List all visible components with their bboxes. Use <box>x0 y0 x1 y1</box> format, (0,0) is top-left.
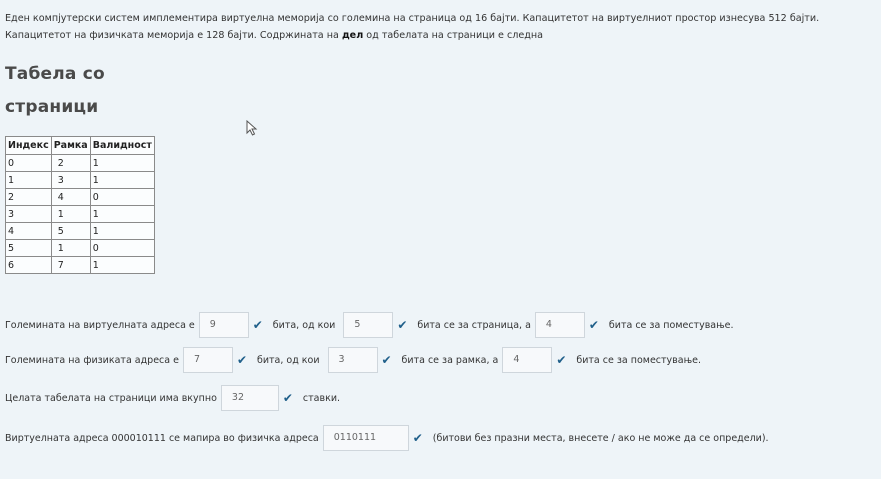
question-virtual-address: Големината на виртуелната адреса е 9 ✔ б… <box>5 311 734 339</box>
cell-frame: 2 <box>50 154 91 172</box>
check-icon: ✔ <box>556 353 567 367</box>
cell-frame: 5 <box>50 222 91 240</box>
table-heading-line-1: Табела со <box>5 64 105 84</box>
q2-text-2: бита, од кои <box>256 354 320 366</box>
mouse-pointer-icon <box>246 120 258 136</box>
question-physical-address: Големината на физиката адреса е 7 ✔ бита… <box>5 346 701 374</box>
cell-index: 3 <box>5 205 52 223</box>
frame-bits-input[interactable]: 3 <box>327 347 378 373</box>
q4-text-1: Виртуелната адреса 000010111 се мапира в… <box>5 432 319 444</box>
cell-frame: 1 <box>50 205 91 223</box>
check-icon: ✔ <box>282 391 293 405</box>
table-row: 451 <box>5 222 155 240</box>
question-table-entries: Целата табелата на страници има вкупно 3… <box>5 384 340 412</box>
check-icon: ✔ <box>397 318 408 332</box>
question-line-2: Капацитетот на физичката меморија е 128 … <box>5 30 544 41</box>
q1-text-2: бита, од кои <box>272 319 336 331</box>
offset-bits-input[interactable]: 4 <box>534 312 585 338</box>
q4-text-2: (битови без празни места, внесете / ако … <box>432 432 769 444</box>
cell-index: 1 <box>5 171 52 189</box>
table-heading-line-2: страници <box>5 97 99 117</box>
q1-text-3: бита се за страница, а <box>417 319 531 331</box>
q3-text-1: Целата табелата на страници има вкупно <box>5 392 217 404</box>
q2-text-1: Големината на физиката адреса е <box>5 354 179 366</box>
table-row: 021 <box>5 154 155 172</box>
page-bits-input[interactable]: 5 <box>343 312 394 338</box>
cell-valid: 1 <box>89 205 155 223</box>
header-frame: Рамка <box>50 136 91 155</box>
check-icon: ✔ <box>252 318 263 332</box>
check-icon: ✔ <box>412 431 423 445</box>
cell-frame: 7 <box>50 256 91 274</box>
physical-offset-bits-input[interactable]: 4 <box>502 347 553 373</box>
cell-valid: 1 <box>89 171 155 189</box>
table-row: 311 <box>5 205 155 223</box>
cell-index: 2 <box>5 188 52 206</box>
q2-text-4: бита се за поместување. <box>576 354 701 366</box>
header-index: Индекс <box>5 136 52 155</box>
cell-valid: 1 <box>89 222 155 240</box>
emphasis-text: дел <box>341 30 364 41</box>
cell-valid: 1 <box>89 154 155 172</box>
q2-text-3: бита се за рамка, а <box>401 354 499 366</box>
physical-address-bits-input[interactable]: 7 <box>182 347 233 373</box>
question-address-mapping: Виртуелната адреса 000010111 се мапира в… <box>5 424 769 452</box>
check-icon: ✔ <box>236 353 248 367</box>
table-row: 240 <box>5 188 155 206</box>
table-row: 671 <box>5 256 155 274</box>
question-text: Еден компјутерски систем имплементира ви… <box>5 10 875 44</box>
cell-valid: 1 <box>89 256 155 274</box>
cell-index: 4 <box>5 222 52 240</box>
cell-index: 0 <box>5 154 52 172</box>
q1-text-4: бита се за поместување. <box>608 319 734 331</box>
page-table: Индекс Рамка Валидност 021 131 240 311 4… <box>5 136 155 274</box>
header-valid: Валидност <box>89 136 155 155</box>
cell-valid: 0 <box>89 239 155 257</box>
q1-text-1: Големината на виртуелната адреса е <box>5 319 195 331</box>
cell-valid: 0 <box>89 188 155 206</box>
q3-text-2: ставки. <box>302 392 341 404</box>
table-entries-input[interactable]: 32 <box>220 385 279 411</box>
cell-frame: 1 <box>50 239 91 257</box>
cell-index: 6 <box>5 256 52 274</box>
table-row: 510 <box>5 239 155 257</box>
question-line-1: Еден компјутерски систем имплементира ви… <box>5 13 820 24</box>
cell-frame: 3 <box>50 171 91 189</box>
check-icon: ✔ <box>381 353 392 367</box>
cell-index: 5 <box>5 239 52 257</box>
cell-frame: 4 <box>50 188 91 206</box>
table-header-row: Индекс Рамка Валидност <box>5 136 155 155</box>
table-row: 131 <box>5 171 155 189</box>
physical-address-input[interactable]: 0110111 <box>322 425 409 451</box>
virtual-address-bits-input[interactable]: 9 <box>198 312 249 338</box>
check-icon: ✔ <box>588 318 599 332</box>
